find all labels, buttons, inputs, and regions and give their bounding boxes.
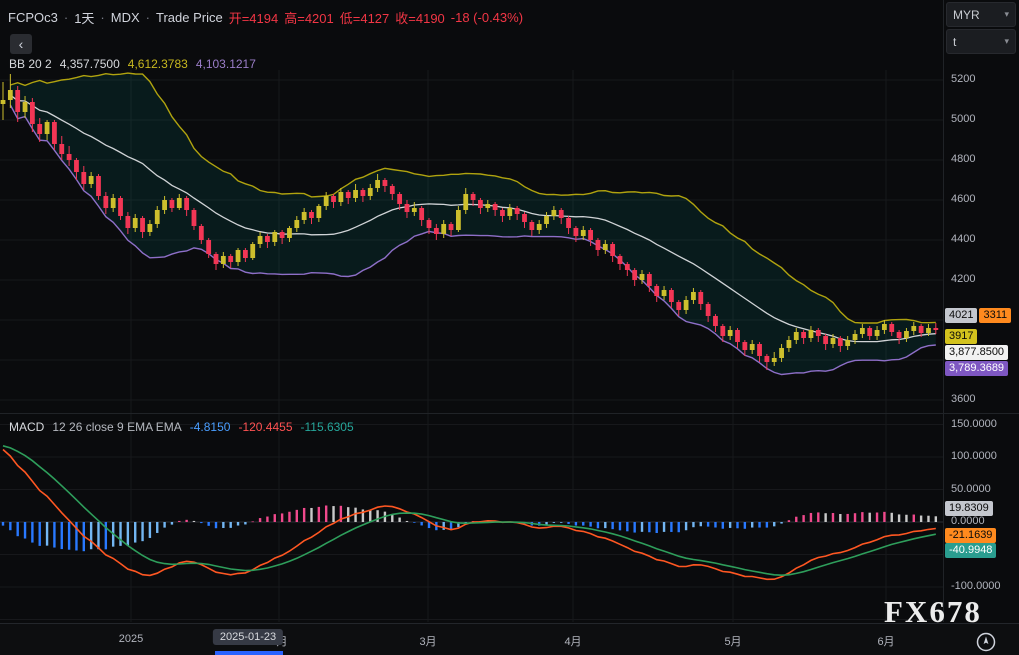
change-value: -18 (-0.43%) (451, 10, 523, 25)
compass-icon[interactable] (975, 631, 997, 655)
bb-legend-title: BB 20 2 (9, 57, 52, 71)
currency-value: MYR (953, 8, 980, 22)
indicator-price-badge-row: 3917 (945, 329, 977, 344)
bb-lower-value: 4,103.1217 (196, 57, 256, 71)
price-tick: 5200 (951, 73, 975, 85)
bb-basis-value: 4,357.7500 (60, 57, 120, 71)
back-arrow-icon: ‹ (19, 36, 24, 52)
series-type-label: Trade Price (156, 10, 223, 25)
high-value: 高=4201 (284, 8, 334, 27)
macd-value-badge-row: 19.8309 (945, 501, 993, 516)
macd-signal-value: -115.6305 (301, 420, 354, 434)
macd-tick: 50.0000 (951, 483, 991, 495)
interval-label[interactable]: 1天 (74, 8, 94, 27)
separator: · (64, 10, 68, 25)
price-axis[interactable]: 5200 5000 4800 4600 4400 4200 3600 150.0000 100.… (944, 0, 1019, 622)
macd-tick: 0.0000 (951, 515, 985, 527)
macd-indicator-legend[interactable]: MACD 12 26 close 9 EMA EMA -4.8150 -120.… (9, 420, 354, 434)
low-value: 低=4127 (340, 8, 390, 27)
open-value: 开=4194 (229, 8, 279, 27)
selected-date-badge: 2025-01-23 (213, 629, 283, 645)
time-tick-label: 2025 (119, 633, 143, 645)
trading-chart-app: FCPOc3 · 1天 · MDX · Trade Price 开=4194 高… (0, 0, 1019, 655)
currency-dropdown[interactable]: MYR ▾ (946, 2, 1016, 27)
last-price-row: 40213311 (945, 308, 1011, 323)
indicator-price-badge-row: 3,789.3689 (945, 361, 1008, 376)
macd-value-badge: 19.8309 (945, 501, 993, 516)
separator: · (146, 10, 150, 25)
price-tick: 4800 (951, 153, 975, 165)
price-tick: 5000 (951, 113, 975, 125)
scroll-indicator[interactable] (215, 651, 283, 655)
bb-upper-value: 4,612.3783 (128, 57, 188, 71)
macd-tick: -100.0000 (951, 580, 1001, 592)
macd-line-value: -120.4455 (238, 420, 292, 434)
macd-tick: 100.0000 (951, 450, 997, 462)
indicator-price-badge: 3,789.3689 (945, 361, 1008, 376)
price-tick: 4400 (951, 233, 975, 245)
time-tick-label: 4月 (564, 633, 581, 649)
symbol-header: FCPOc3 · 1天 · MDX · Trade Price 开=4194 高… (8, 8, 523, 27)
indicator-price-badge-row: 3,877.8500 (945, 345, 1008, 360)
macd-value-badge: -21.1639 (945, 528, 996, 543)
indicator-price-badge: 3917 (945, 329, 977, 344)
macd-legend-params: 12 26 close 9 EMA EMA (52, 420, 181, 434)
last-price-badge: 4021 (945, 308, 977, 323)
separator: · (100, 10, 104, 25)
macd-legend-title: MACD (9, 420, 44, 434)
close-value: 收=4190 (395, 8, 445, 27)
exchange-label[interactable]: MDX (111, 10, 140, 25)
unit-dropdown[interactable]: t ▾ (946, 29, 1016, 54)
price-tick: 4600 (951, 193, 975, 205)
price-tick: 3600 (951, 393, 975, 405)
bb-indicator-legend[interactable]: BB 20 2 4,357.7500 4,612.3783 4,103.1217 (9, 57, 256, 71)
symbol-name[interactable]: FCPOc3 (8, 10, 58, 25)
chart-canvas[interactable] (0, 0, 1019, 655)
macd-value-badge: -40.9948 (945, 543, 996, 558)
axis-settings-controls: MYR ▾ t ▾ (946, 2, 1016, 56)
chevron-down-icon: ▾ (1004, 9, 1009, 20)
chevron-down-icon: ▾ (1004, 36, 1009, 47)
macd-tick: 150.0000 (951, 418, 997, 430)
time-tick-label: 3月 (419, 633, 436, 649)
macd-value-badge-row: -40.9948 (945, 543, 996, 558)
time-tick-label: 5月 (724, 633, 741, 649)
time-tick-label: 6月 (877, 633, 894, 649)
indicator-price-badge: 3,877.8500 (945, 345, 1008, 360)
time-axis[interactable]: 20252月3月4月5月6月2025-01-23 (0, 623, 1019, 655)
unit-value: t (953, 35, 956, 49)
macd-hist-value: -4.8150 (190, 420, 231, 434)
countdown-badge: 3311 (979, 308, 1011, 323)
back-button[interactable]: ‹ (10, 34, 32, 54)
macd-value-badge-row: -21.1639 (945, 528, 996, 543)
price-tick: 4200 (951, 273, 975, 285)
